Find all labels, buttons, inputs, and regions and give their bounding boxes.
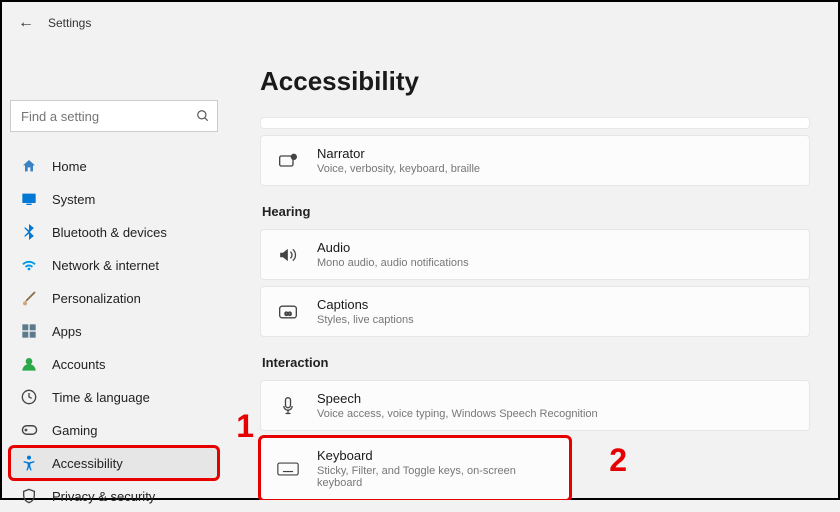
audio-icon	[277, 244, 299, 266]
card-audio[interactable]: Audio Mono audio, audio notifications	[260, 229, 810, 280]
home-icon	[20, 157, 38, 175]
card-title: Speech	[317, 391, 598, 406]
sidebar-item-label: Bluetooth & devices	[52, 225, 167, 240]
brush-icon	[20, 289, 38, 307]
wifi-icon	[20, 256, 38, 274]
card-subtitle: Voice access, voice typing, Windows Spee…	[317, 408, 598, 420]
window-header: ← Settings	[2, 2, 838, 44]
card-title: Narrator	[317, 146, 480, 161]
sidebar-item-label: Gaming	[52, 423, 98, 438]
card-placeholder	[260, 117, 810, 129]
card-title: Keyboard	[317, 448, 553, 463]
captions-icon: cc	[277, 301, 299, 323]
shield-icon	[20, 487, 38, 505]
sidebar-item-system[interactable]: System	[10, 183, 218, 215]
card-subtitle: Sticky, Filter, and Toggle keys, on-scre…	[317, 465, 553, 489]
search-input[interactable]	[10, 100, 218, 132]
sidebar-item-bluetooth[interactable]: Bluetooth & devices	[10, 216, 218, 248]
sidebar-item-label: Network & internet	[52, 258, 159, 273]
system-icon	[20, 190, 38, 208]
card-captions[interactable]: cc Captions Styles, live captions	[260, 286, 810, 337]
header-title: Settings	[48, 16, 91, 30]
sidebar-item-label: Home	[52, 159, 87, 174]
sidebar-item-network[interactable]: Network & internet	[10, 249, 218, 281]
microphone-icon	[277, 395, 299, 417]
sidebar-item-label: Time & language	[52, 390, 150, 405]
narrator-icon	[277, 150, 299, 172]
card-subtitle: Styles, live captions	[317, 314, 414, 326]
sidebar-item-label: Accounts	[52, 357, 105, 372]
sidebar-item-label: Apps	[52, 324, 82, 339]
sidebar-item-label: Personalization	[52, 291, 141, 306]
sidebar-item-apps[interactable]: Apps	[10, 315, 218, 347]
sidebar-item-gaming[interactable]: Gaming 1	[10, 414, 218, 446]
gaming-icon	[20, 421, 38, 439]
card-title: Audio	[317, 240, 469, 255]
sidebar-item-accessibility[interactable]: Accessibility	[10, 447, 218, 479]
annotation-2: 2	[609, 442, 627, 479]
accessibility-icon	[20, 454, 38, 472]
keyboard-icon	[277, 458, 299, 480]
main-content: Accessibility Narrator Voice, verbosity,…	[226, 44, 838, 500]
sidebar-nav: Home System Bluetooth & devices Network …	[10, 150, 218, 512]
sidebar-item-time[interactable]: Time & language	[10, 381, 218, 413]
sidebar-item-privacy[interactable]: Privacy & security	[10, 480, 218, 512]
card-subtitle: Mono audio, audio notifications	[317, 257, 469, 269]
clock-icon	[20, 388, 38, 406]
card-title: Captions	[317, 297, 414, 312]
section-heading-interaction: Interaction	[262, 355, 810, 370]
bluetooth-icon	[20, 223, 38, 241]
sidebar-item-personalization[interactable]: Personalization	[10, 282, 218, 314]
back-icon[interactable]: ←	[18, 14, 34, 32]
person-icon	[20, 355, 38, 373]
section-heading-hearing: Hearing	[262, 204, 810, 219]
card-subtitle: Voice, verbosity, keyboard, braille	[317, 163, 480, 175]
sidebar-item-label: System	[52, 192, 95, 207]
svg-text:cc: cc	[285, 310, 292, 317]
page-title: Accessibility	[260, 66, 810, 97]
card-speech[interactable]: Speech Voice access, voice typing, Windo…	[260, 380, 810, 431]
card-narrator[interactable]: Narrator Voice, verbosity, keyboard, bra…	[260, 135, 810, 186]
apps-icon	[20, 322, 38, 340]
sidebar-item-label: Accessibility	[52, 456, 123, 471]
sidebar-item-home[interactable]: Home	[10, 150, 218, 182]
sidebar-item-label: Privacy & security	[52, 489, 155, 504]
sidebar: Home System Bluetooth & devices Network …	[2, 44, 226, 500]
card-keyboard[interactable]: Keyboard Sticky, Filter, and Toggle keys…	[260, 437, 570, 500]
sidebar-item-accounts[interactable]: Accounts	[10, 348, 218, 380]
